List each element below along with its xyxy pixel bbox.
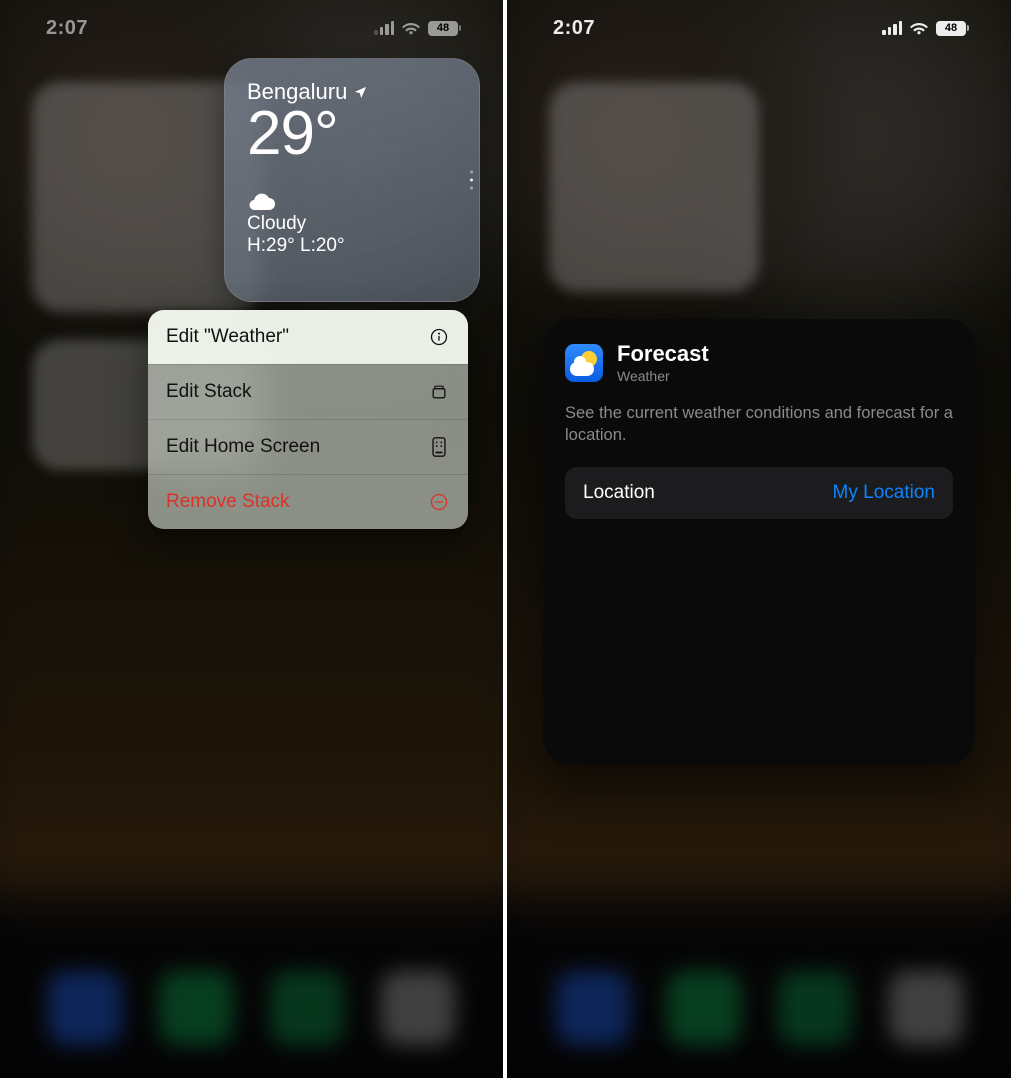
location-setting-row[interactable]: Location My Location [565, 467, 953, 519]
widget-context-menu: Edit "Weather" Edit Stack Edit Home Scre… [148, 310, 468, 529]
menu-edit-weather[interactable]: Edit "Weather" [148, 310, 468, 364]
wifi-icon [401, 21, 421, 35]
cellular-signal-icon [882, 21, 902, 35]
cellular-signal-icon [374, 21, 394, 35]
status-time: 2:07 [553, 17, 595, 40]
apps-screen-icon [428, 436, 450, 458]
status-icons: 48 [882, 21, 969, 36]
battery-icon: 48 [936, 21, 969, 36]
modal-header: Forecast Weather [565, 341, 953, 384]
weather-widget[interactable]: Bengaluru 29° Cloudy H:29° L:20° [224, 58, 480, 302]
right-screenshot: 2:07 48 Forecast Weather See the current… [503, 0, 1011, 1078]
left-screenshot: 2:07 48 Bengaluru 29° Cloudy H:29° L:20°… [0, 0, 503, 1078]
menu-label: Edit Stack [166, 381, 252, 403]
blurred-dock [507, 958, 1011, 1078]
modal-description: See the current weather conditions and f… [565, 402, 953, 447]
weather-app-icon [565, 344, 603, 382]
stack-page-indicator [470, 171, 473, 190]
status-bar: 2:07 48 [0, 0, 503, 56]
menu-remove-stack[interactable]: Remove Stack [148, 474, 468, 529]
menu-label: Edit "Weather" [166, 326, 289, 348]
status-bar: 2:07 48 [507, 0, 1011, 56]
blurred-dock [0, 958, 503, 1078]
widget-edit-modal: Forecast Weather See the current weather… [543, 319, 975, 765]
battery-icon: 48 [428, 21, 461, 36]
modal-subtitle: Weather [617, 368, 709, 384]
info-circle-icon [428, 326, 450, 348]
menu-edit-home-screen[interactable]: Edit Home Screen [148, 419, 468, 474]
location-arrow-icon [353, 85, 368, 100]
status-time: 2:07 [46, 17, 88, 40]
menu-label: Edit Home Screen [166, 436, 320, 458]
setting-value: My Location [833, 482, 935, 504]
status-icons: 48 [374, 21, 461, 36]
blurred-widget [549, 82, 759, 292]
menu-edit-stack[interactable]: Edit Stack [148, 364, 468, 419]
battery-percentage: 48 [945, 22, 957, 34]
weather-high-low: H:29° L:20° [247, 235, 457, 257]
weather-temperature: 29° [247, 103, 457, 165]
setting-label: Location [583, 482, 655, 504]
cloud-icon [247, 191, 457, 211]
weather-condition: Cloudy [247, 213, 457, 235]
menu-label: Remove Stack [166, 491, 290, 513]
battery-percentage: 48 [437, 22, 449, 34]
modal-title: Forecast [617, 341, 709, 367]
wifi-icon [909, 21, 929, 35]
minus-circle-icon [428, 491, 450, 513]
stack-icon [428, 381, 450, 403]
